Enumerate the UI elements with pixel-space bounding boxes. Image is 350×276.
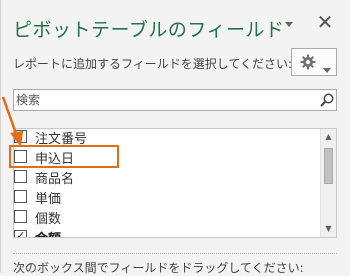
- field-item-unit-price[interactable]: 単価: [14, 187, 319, 207]
- scrollbar-thumb[interactable]: [324, 148, 333, 184]
- pane-menu-dropdown-icon[interactable]: [282, 16, 296, 28]
- checkbox[interactable]: [14, 210, 27, 223]
- search-input[interactable]: [16, 91, 306, 109]
- field-label: 金額: [35, 228, 61, 237]
- field-select-instruction: レポートに追加するフィールドを選択してください:: [13, 57, 293, 71]
- checkmark-icon: ✓: [16, 229, 26, 238]
- checkbox[interactable]: [14, 190, 27, 203]
- scroll-up-icon[interactable]: ▲: [321, 129, 336, 145]
- pivot-field-pane: ピボットテーブルのフィールド ✕ レポートに追加するフィールドを選択してください…: [0, 0, 350, 275]
- pane-title: ピボットテーブルのフィールド: [13, 19, 285, 41]
- close-button[interactable]: ✕: [313, 10, 337, 34]
- tools-button[interactable]: [291, 48, 337, 76]
- drag-instruction: 次のボックス間でフィールドをドラッグしてください:: [13, 261, 304, 275]
- field-item-product-name[interactable]: 商品名: [14, 167, 319, 187]
- field-label: 商品名: [35, 172, 75, 187]
- field-item-amount[interactable]: ✓ 金額: [14, 227, 319, 238]
- annotation-arrow-icon: [1, 96, 23, 147]
- field-item-quantity[interactable]: 個数: [14, 207, 319, 227]
- chevron-down-icon: [323, 59, 331, 73]
- divider: [13, 253, 337, 254]
- gear-icon: [300, 54, 316, 70]
- field-label: 単価: [35, 192, 62, 207]
- checkbox[interactable]: [14, 170, 27, 183]
- search-icon[interactable]: [319, 92, 335, 108]
- vertical-scrollbar[interactable]: ▲ ▼: [320, 129, 336, 237]
- scroll-down-icon[interactable]: ▼: [321, 221, 336, 237]
- checkbox[interactable]: ✓: [14, 229, 27, 238]
- field-label: 個数: [35, 212, 62, 227]
- search-box: [13, 89, 337, 111]
